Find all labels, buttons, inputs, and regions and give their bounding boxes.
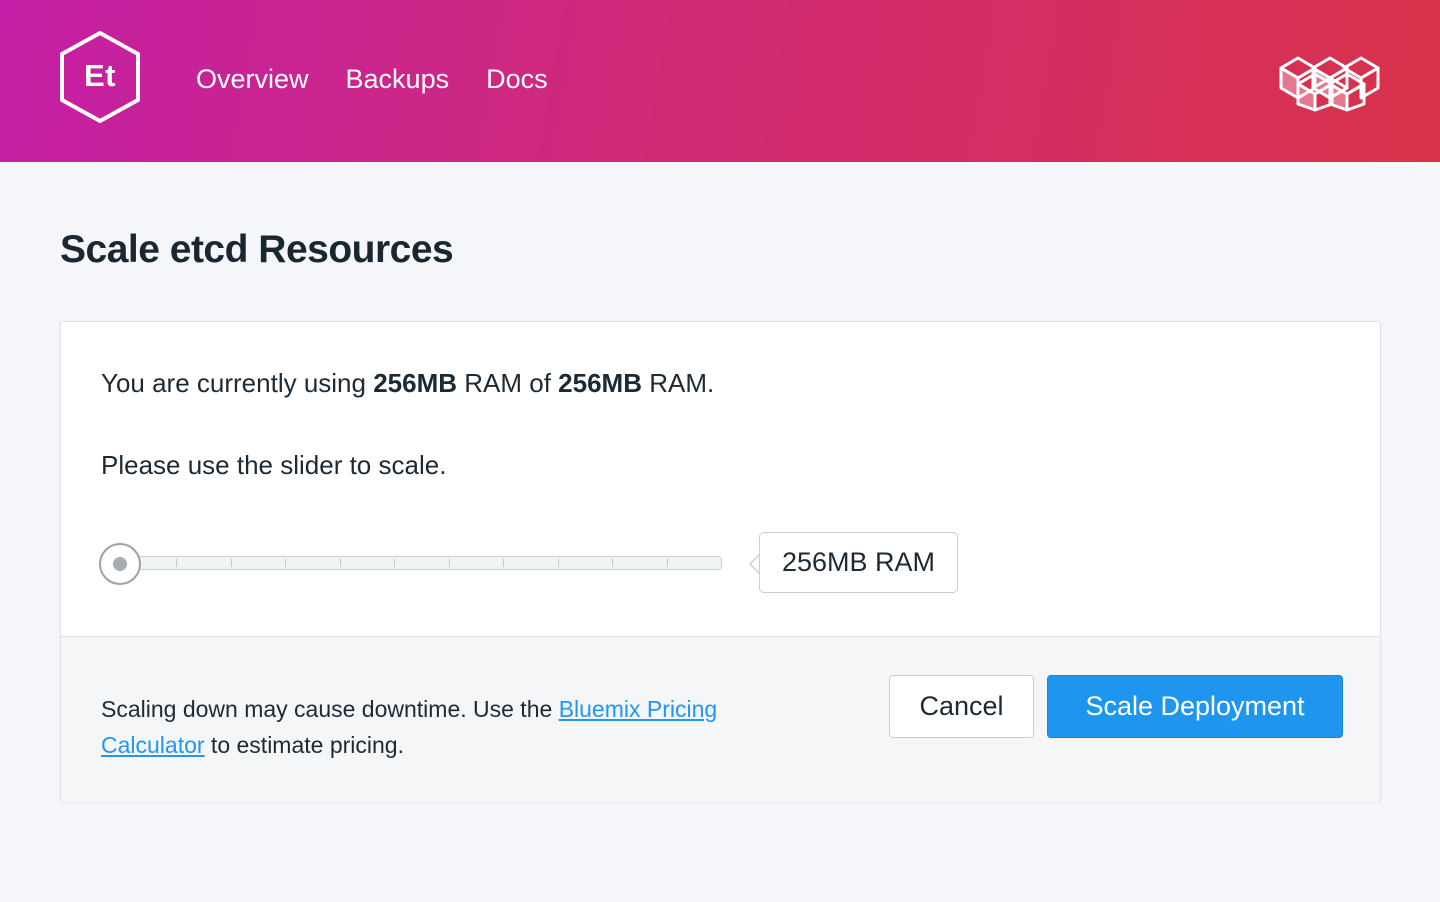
logo-text: Et xyxy=(84,58,116,93)
slider-tick xyxy=(667,559,668,567)
slider-tick xyxy=(176,559,177,567)
slider-tick xyxy=(340,559,341,567)
pricing-note: Scaling down may cause downtime. Use the… xyxy=(101,691,821,763)
scale-deployment-button[interactable]: Scale Deployment xyxy=(1047,675,1343,738)
usage-summary: You are currently using 256MB RAM of 256… xyxy=(101,368,714,399)
slider-tick xyxy=(612,559,613,567)
slider-value-label: 256MB RAM xyxy=(759,532,958,593)
slider-tick xyxy=(449,559,450,567)
usage-current: 256MB xyxy=(373,368,458,398)
usage-prefix: You are currently using xyxy=(101,368,374,398)
pricing-note-before: Scaling down may cause downtime. Use the xyxy=(101,696,559,722)
ram-slider-handle[interactable] xyxy=(99,543,141,585)
top-header: Et Overview Backups Docs xyxy=(0,0,1440,162)
slider-tick xyxy=(503,559,504,567)
slider-handle-dot xyxy=(113,557,127,571)
usage-middle: RAM of xyxy=(457,368,559,398)
slider-instruction: Please use the slider to scale. xyxy=(101,450,447,480)
main-nav: Overview Backups Docs xyxy=(196,64,548,95)
slider-tick xyxy=(558,559,559,567)
cancel-button[interactable]: Cancel xyxy=(889,675,1034,738)
nav-docs[interactable]: Docs xyxy=(486,64,548,95)
slider-tick xyxy=(394,559,395,567)
card-footer: Scaling down may cause downtime. Use the… xyxy=(61,636,1380,802)
page-title: Scale etcd Resources xyxy=(60,228,454,271)
pricing-note-after: to estimate pricing. xyxy=(204,732,404,758)
etcd-logo[interactable]: Et xyxy=(58,30,142,124)
slider-tick xyxy=(231,559,232,567)
usage-max: 256MB xyxy=(558,368,642,398)
scale-card: You are currently using 256MB RAM of 256… xyxy=(60,321,1381,802)
slider-tick xyxy=(285,559,286,567)
usage-suffix: RAM. xyxy=(642,368,715,398)
compose-cubes-icon[interactable] xyxy=(1278,50,1382,112)
nav-overview[interactable]: Overview xyxy=(196,64,309,95)
ram-slider-track[interactable] xyxy=(121,556,722,570)
nav-backups[interactable]: Backups xyxy=(346,64,450,95)
